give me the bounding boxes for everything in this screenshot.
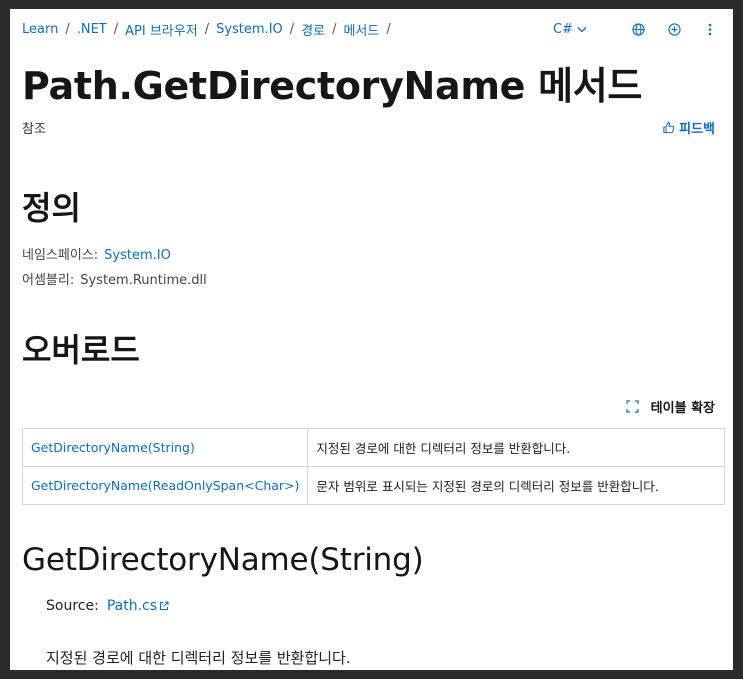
breadcrumb-separator: / (332, 21, 337, 37)
language-label: C# (553, 21, 573, 37)
definition-heading: 정의 (22, 189, 81, 227)
expand-icon (626, 400, 639, 413)
page-title: Path.GetDirectoryName 메서드 (22, 64, 643, 108)
overloads-table: GetDirectoryName(String) 지정된 경로에 대한 디렉터리… (21, 428, 725, 505)
toolbar: C# (553, 22, 717, 37)
breadcrumb-system-io[interactable]: System.IO (216, 22, 283, 37)
feedback-label: 피드백 (679, 122, 715, 137)
breadcrumb-separator: / (386, 21, 391, 37)
assembly-row: 어셈블리: System.Runtime.dll (22, 269, 207, 288)
overload-link[interactable]: GetDirectoryName(String) (21, 428, 309, 467)
overload-description: 문자 범위로 표시되는 지정된 경로의 디렉터리 정보를 반환합니다. (307, 466, 725, 505)
breadcrumb-path[interactable]: 경로 (301, 20, 325, 39)
method-summary: 지정된 경로에 대한 디렉터리 정보를 반환합니다. (46, 649, 351, 667)
overloads-heading: 오버로드 (22, 331, 140, 369)
assembly-label: 어셈블리: (22, 273, 75, 288)
breadcrumb-dotnet[interactable]: .NET (77, 22, 107, 37)
thumbs-up-icon (663, 121, 675, 134)
table-row: GetDirectoryName(ReadOnlySpan<Char>) 문자 … (21, 466, 725, 505)
top-bar: Learn / .NET / API 브라우저 / System.IO / 경로… (22, 19, 717, 39)
docs-page: Learn / .NET / API 브라우저 / System.IO / 경로… (10, 9, 733, 670)
source-label: Source: (46, 598, 99, 614)
expand-table-button[interactable]: 테이블 확장 (626, 397, 715, 416)
method-heading: GetDirectoryName(String) (22, 542, 424, 578)
language-selector[interactable]: C# (553, 22, 587, 37)
expand-table-label: 테이블 확장 (650, 401, 715, 416)
namespace-link[interactable]: System.IO (104, 248, 171, 263)
source-link[interactable]: Path.cs (107, 598, 157, 614)
breadcrumb-separator: / (204, 21, 210, 37)
reference-label: 참조 (22, 122, 46, 137)
assembly-value: System.Runtime.dll (80, 273, 207, 288)
breadcrumb-learn[interactable]: Learn (22, 22, 58, 37)
breadcrumb-separator: / (289, 21, 295, 37)
namespace-label: 네임스페이스: (22, 248, 99, 263)
reference-row: 참조 피드백 (22, 118, 715, 137)
breadcrumb-separator: / (113, 21, 119, 37)
table-row: GetDirectoryName(String) 지정된 경로에 대한 디렉터리… (21, 428, 725, 467)
breadcrumb-api-browser[interactable]: API 브라우저 (125, 20, 198, 39)
source-row: Source: Path.cs (46, 598, 169, 614)
more-vertical-icon[interactable] (703, 22, 717, 36)
breadcrumb-separator: / (65, 21, 70, 37)
plus-circle-icon[interactable] (667, 22, 681, 36)
namespace-row: 네임스페이스: System.IO (22, 244, 171, 263)
overload-description: 지정된 경로에 대한 디렉터리 정보를 반환합니다. (307, 428, 725, 467)
external-link-icon (160, 601, 169, 610)
feedback-button[interactable]: 피드백 (662, 118, 715, 137)
breadcrumb: Learn / .NET / API 브라우저 / System.IO / 경로… (22, 20, 398, 39)
chevron-down-icon (577, 26, 587, 32)
overload-link[interactable]: GetDirectoryName(ReadOnlySpan<Char>) (21, 466, 309, 505)
breadcrumb-methods[interactable]: 메서드 (343, 20, 379, 39)
globe-icon[interactable] (631, 22, 645, 36)
